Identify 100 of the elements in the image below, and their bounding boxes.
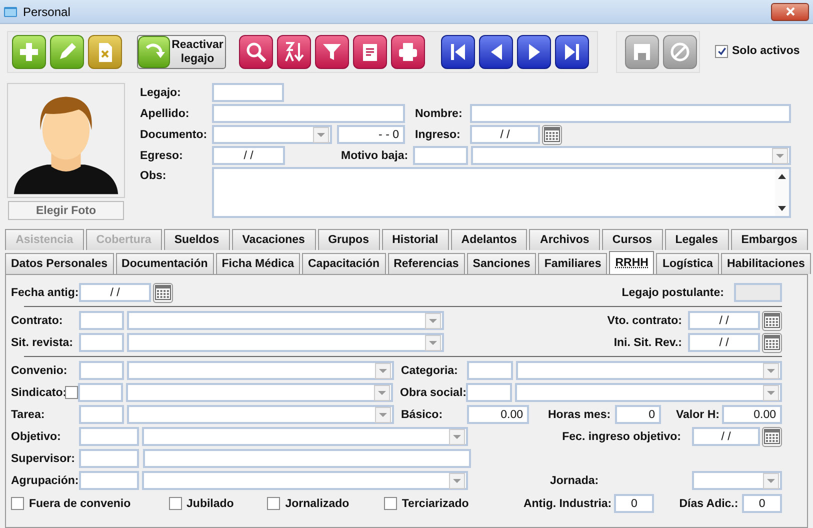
tab[interactable]: Capacitación: [302, 253, 386, 274]
field-label: Categoria:: [401, 364, 459, 376]
input-field[interactable]: / /: [470, 125, 540, 144]
dropdown[interactable]: [212, 125, 332, 144]
input-field[interactable]: [79, 333, 124, 352]
checkbox[interactable]: [65, 386, 78, 399]
field-label: Legajo postulante:: [622, 286, 724, 298]
dropdown[interactable]: [127, 311, 444, 330]
input-field[interactable]: 0.00: [467, 405, 529, 424]
toolbar-button[interactable]: [353, 35, 387, 69]
input-field[interactable]: / /: [692, 427, 760, 446]
dropdown[interactable]: [127, 405, 394, 424]
tab[interactable]: RRHH: [609, 251, 654, 274]
input-field[interactable]: 0: [615, 405, 661, 424]
close-button[interactable]: [771, 2, 809, 20]
input-field[interactable]: [467, 361, 513, 380]
toolbar-button[interactable]: [517, 35, 551, 69]
tab[interactable]: Sanciones: [466, 253, 536, 274]
checkbox[interactable]: [267, 497, 280, 510]
dropdown[interactable]: [126, 383, 393, 402]
input-field[interactable]: [734, 283, 782, 302]
tab[interactable]: Referencias: [388, 253, 465, 274]
tab[interactable]: Adelantos: [450, 229, 528, 250]
calendar-icon: [763, 334, 781, 351]
tab[interactable]: Embargos: [730, 229, 808, 250]
input-field[interactable]: [212, 104, 405, 123]
toolbar-button[interactable]: [277, 35, 311, 69]
dropdown[interactable]: [515, 383, 782, 402]
tab[interactable]: Historial: [382, 229, 449, 250]
dropdown[interactable]: [142, 471, 468, 490]
checkbox[interactable]: [11, 497, 24, 510]
checkbox[interactable]: [168, 497, 182, 510]
field-label: Motivo baja:: [341, 150, 410, 162]
field-label: Jornada:: [550, 474, 599, 486]
input-field[interactable]: / /: [688, 333, 760, 352]
input-field[interactable]: [79, 405, 124, 424]
input-field[interactable]: / /: [79, 283, 151, 302]
input-field[interactable]: [79, 471, 139, 490]
toolbar-button[interactable]: [555, 35, 589, 69]
input-field[interactable]: [143, 449, 471, 468]
input-field[interactable]: 0: [742, 494, 782, 513]
choose-photo-button[interactable]: Elegir Foto: [8, 201, 124, 220]
tab[interactable]: Archivos: [529, 229, 600, 250]
tab[interactable]: Grupos: [318, 229, 380, 250]
input-field[interactable]: / /: [688, 311, 760, 330]
input-field[interactable]: 0: [614, 494, 654, 513]
dropdown[interactable]: [692, 471, 782, 490]
tab[interactable]: Habilitaciones: [720, 253, 811, 274]
tab[interactable]: Cursos: [602, 229, 663, 250]
input-field[interactable]: [79, 427, 139, 446]
toolbar-button[interactable]: [315, 35, 349, 69]
input-field[interactable]: [79, 449, 139, 468]
checkbox[interactable]: [715, 44, 728, 58]
field-label: Egreso:: [140, 150, 184, 162]
tab[interactable]: Datos Personales: [5, 253, 114, 274]
close-icon: [784, 6, 796, 17]
tab[interactable]: Vacaciones: [232, 229, 316, 250]
field-label: Sit. revista:: [11, 336, 74, 348]
input-field[interactable]: [466, 383, 512, 402]
field-label: Documento:: [140, 128, 208, 140]
dropdown[interactable]: [516, 361, 782, 380]
input-field[interactable]: [78, 383, 123, 402]
input-field[interactable]: [212, 83, 284, 102]
calendar-icon: [763, 428, 781, 445]
tab[interactable]: Documentación: [116, 253, 214, 274]
toolbar-button[interactable]: [479, 35, 513, 69]
tab[interactable]: Ficha Médica: [216, 253, 300, 274]
scrollbar[interactable]: [775, 169, 789, 216]
dropdown[interactable]: [127, 361, 394, 380]
reactivate-button[interactable]: Reactivar legajo: [137, 35, 226, 69]
input-field[interactable]: 0.00: [722, 405, 782, 424]
calendar-button[interactable]: [762, 332, 782, 352]
tab[interactable]: Legales: [664, 229, 729, 250]
field-label: Legajo:: [140, 86, 182, 98]
input-field[interactable]: [413, 146, 468, 165]
calendar-icon: [763, 312, 781, 329]
toolbar-button[interactable]: [391, 35, 425, 69]
scroll-up-icon: [777, 173, 787, 180]
calendar-icon: [154, 284, 172, 301]
field-label: Obra social:: [400, 386, 466, 398]
checkbox[interactable]: [384, 497, 397, 510]
toolbar-button[interactable]: [239, 35, 273, 69]
tab[interactable]: Familiares: [538, 253, 608, 274]
dropdown[interactable]: [127, 333, 444, 352]
input-field[interactable]: [470, 104, 791, 123]
calendar-button[interactable]: [542, 124, 562, 144]
input-field[interactable]: / /: [212, 146, 285, 165]
calendar-button[interactable]: [762, 310, 782, 330]
scroll-down-icon: [777, 205, 787, 212]
field-label: Sindicato:: [11, 386, 65, 398]
input-field[interactable]: [79, 361, 124, 380]
input-field[interactable]: [79, 311, 124, 330]
input-field[interactable]: - - 0: [337, 125, 405, 144]
tab[interactable]: Logística: [656, 253, 719, 274]
calendar-button[interactable]: [153, 282, 173, 302]
dropdown[interactable]: [142, 427, 468, 446]
field-label: Objetivo:: [11, 430, 62, 442]
calendar-button[interactable]: [762, 426, 782, 446]
toolbar-button[interactable]: [441, 35, 475, 69]
tab[interactable]: Sueldos: [164, 229, 230, 250]
